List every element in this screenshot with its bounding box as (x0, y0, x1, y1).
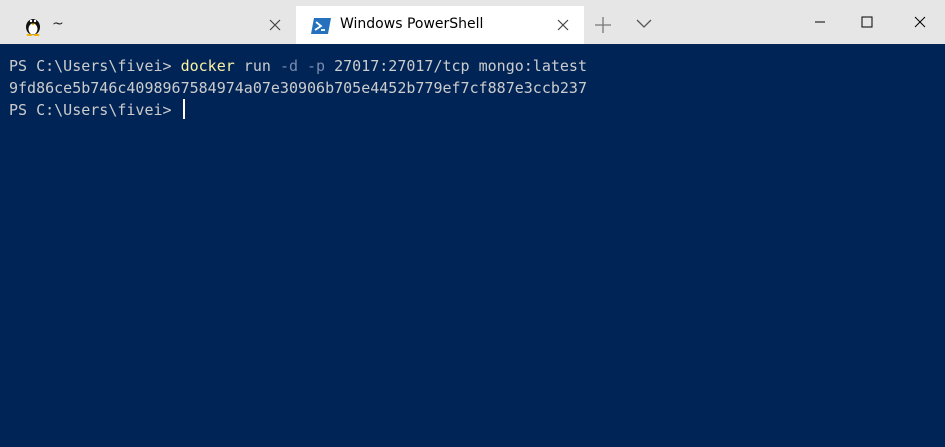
tab-title: Windows PowerShell (340, 16, 484, 32)
command-space (298, 57, 307, 75)
prompt: PS C:\Users\fivei> (9, 57, 181, 75)
chevron-down-icon[interactable] (633, 15, 655, 33)
linux-penguin-icon (26, 19, 40, 36)
close-window-button[interactable] (897, 0, 943, 44)
minimize-button[interactable] (797, 0, 843, 44)
tab-title: ~ (52, 16, 64, 32)
tab-windows-powershell[interactable]: Windows PowerShell (296, 6, 584, 44)
title-bar: ~ Windows PowerShell (0, 0, 945, 44)
close-icon[interactable] (268, 18, 282, 32)
terminal-window: ~ Windows PowerShell PS C:\Users\fivei> … (0, 0, 945, 447)
close-icon[interactable] (556, 18, 570, 32)
terminal-line: 9fd86ce5b746c4098967584974a07e30906b705e… (9, 77, 945, 99)
plus-icon[interactable] (592, 14, 614, 36)
terminal-line: PS C:\Users\fivei> (9, 99, 945, 121)
command-args: run (234, 57, 280, 75)
prompt: PS C:\Users\fivei> (9, 101, 181, 119)
tab-home[interactable]: ~ (8, 6, 296, 44)
terminal-output[interactable]: PS C:\Users\fivei> docker run -d -p 2701… (0, 44, 945, 447)
maximize-icon (861, 16, 873, 28)
terminal-line: PS C:\Users\fivei> docker run -d -p 2701… (9, 55, 945, 77)
command-args: 27017:27017/tcp mongo:latest (325, 57, 587, 75)
powershell-icon (311, 18, 331, 34)
command-flag: -d (279, 57, 298, 75)
command-flag: -p (307, 57, 326, 75)
command: docker (180, 57, 235, 75)
text-cursor (182, 99, 185, 119)
maximize-button[interactable] (844, 0, 890, 44)
close-icon (914, 16, 926, 28)
minimize-icon (815, 21, 825, 23)
command-output: 9fd86ce5b746c4098967584974a07e30906b705e… (9, 79, 587, 97)
